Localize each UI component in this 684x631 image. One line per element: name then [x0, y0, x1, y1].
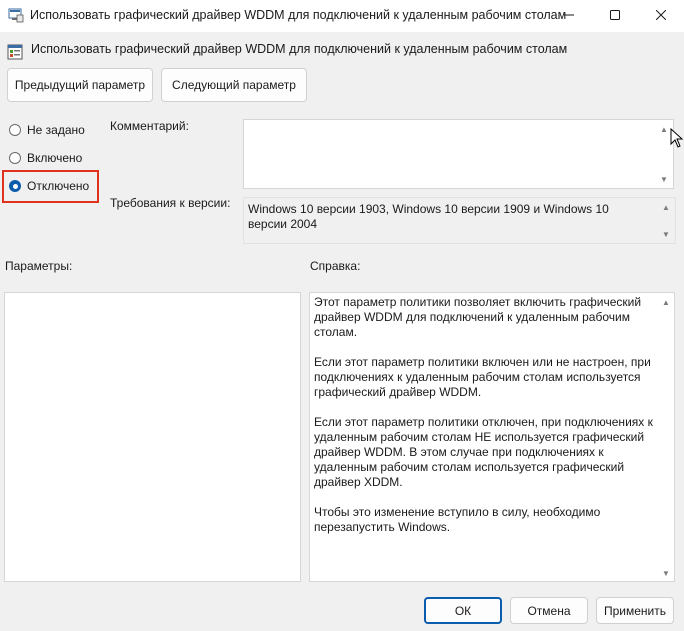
- options-panel: [4, 292, 301, 582]
- policy-setting-icon: [7, 44, 23, 60]
- comment-textarea[interactable]: ▲ ▼: [243, 119, 674, 189]
- radio-label: Не задано: [27, 123, 85, 137]
- mouse-cursor-icon: [670, 127, 684, 148]
- help-paragraph: Если этот параметр политики отключен, пр…: [314, 415, 653, 489]
- radio-enabled[interactable]: Включено: [9, 149, 82, 167]
- scroll-down-icon[interactable]: ▼: [661, 568, 671, 578]
- help-paragraph: Чтобы это изменение вступило в силу, нео…: [314, 505, 601, 534]
- help-paragraph: Этот параметр политики позволяет включит…: [314, 295, 642, 339]
- apply-button[interactable]: Применить: [596, 597, 674, 624]
- scroll-up-icon[interactable]: ▲: [661, 202, 671, 212]
- maximize-icon: [610, 10, 620, 20]
- policy-title: Использовать графический драйвер WDDM дл…: [31, 42, 568, 56]
- next-setting-button[interactable]: Следующий параметр: [161, 68, 307, 102]
- help-text: Этот параметр политики позволяет включит…: [314, 295, 662, 550]
- close-icon: [656, 10, 666, 20]
- help-paragraph: Если этот параметр политики включен или …: [314, 355, 651, 399]
- radio-circle[interactable]: [9, 124, 21, 136]
- scroll-up-icon[interactable]: ▲: [661, 297, 671, 307]
- radio-not-configured[interactable]: Не задано: [9, 121, 85, 139]
- radio-disabled[interactable]: Отключено: [9, 177, 89, 195]
- scroll-down-icon[interactable]: ▼: [659, 174, 669, 184]
- cancel-button[interactable]: Отмена: [510, 597, 588, 624]
- radio-label: Включено: [27, 151, 83, 165]
- scroll-down-icon[interactable]: ▼: [661, 229, 671, 239]
- close-button[interactable]: [638, 0, 684, 30]
- window-title: Использовать графический драйвер WDDM дл…: [30, 8, 567, 22]
- version-requirements-text: Windows 10 версии 1903, Windows 10 верси…: [248, 202, 609, 231]
- help-label: Справка:: [310, 259, 361, 273]
- version-requirements-label: Требования к версии:: [110, 196, 231, 210]
- ok-button[interactable]: ОК: [424, 597, 502, 624]
- maximize-button[interactable]: [592, 0, 638, 30]
- minimize-button[interactable]: [546, 0, 592, 30]
- radio-circle-selected[interactable]: [9, 180, 21, 192]
- comment-label: Комментарий:: [110, 119, 189, 133]
- radio-circle[interactable]: [9, 152, 21, 164]
- minimize-icon: [564, 14, 574, 16]
- previous-setting-button[interactable]: Предыдущий параметр: [7, 68, 153, 102]
- options-label: Параметры:: [5, 259, 73, 273]
- scroll-up-icon[interactable]: ▲: [659, 124, 669, 134]
- policy-window-icon: [8, 7, 24, 23]
- radio-label: Отключено: [27, 179, 90, 193]
